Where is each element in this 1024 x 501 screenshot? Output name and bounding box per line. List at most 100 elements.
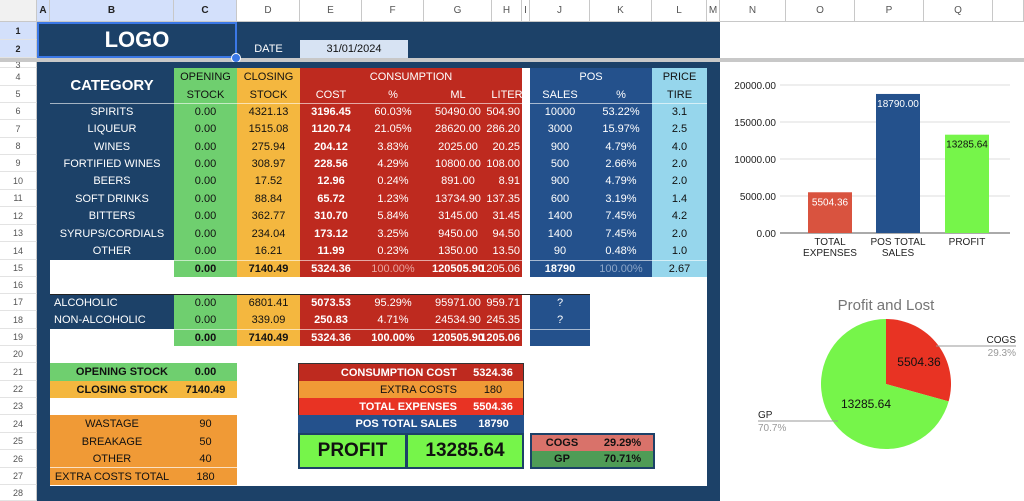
- row-header[interactable]: 18: [0, 311, 37, 329]
- category-cell: SYRUPS/CORDIALS: [50, 225, 174, 242]
- row-header[interactable]: 24: [0, 415, 37, 433]
- ml-cell: 1350.00: [424, 242, 492, 260]
- cost-pct-cell: 4.29%: [362, 155, 424, 172]
- bar-chart[interactable]: 0.00 5000.00 10000.00 15000.00 20000.00 5504.…: [720, 62, 1024, 272]
- opening-header-line2: STOCK: [186, 88, 225, 101]
- pie-legend-percent: 70.7%: [758, 423, 786, 434]
- row-header[interactable]: 26: [0, 450, 37, 468]
- split-pct-cell: 4.71%: [362, 311, 424, 329]
- column-header[interactable]: K: [590, 0, 652, 22]
- pie-chart[interactable]: Profit and Lost 5504.36 COGS 29.3% 13285.64 G…: [720, 280, 1024, 501]
- split-total-cost-cell: 5324.36: [300, 329, 362, 346]
- column-header[interactable]: A: [37, 0, 50, 22]
- split-liter-cell: 959.71: [486, 294, 522, 311]
- row-header[interactable]: 12: [0, 207, 37, 225]
- column-header[interactable]: I: [522, 0, 530, 22]
- row-header[interactable]: 19: [0, 329, 37, 346]
- extra-costs-label: EXTRA COSTS: [299, 381, 463, 398]
- column-header[interactable]: H: [492, 0, 522, 22]
- category-cell: BITTERS: [50, 207, 174, 225]
- column-header[interactable]: M: [707, 0, 720, 22]
- column-header[interactable]: J: [530, 0, 590, 22]
- y-tick-label: 15000.00: [734, 118, 776, 129]
- bar-data-label: 18790.00: [877, 99, 919, 110]
- liter-cell: 504.90: [486, 103, 522, 120]
- column-header[interactable]: O: [786, 0, 855, 22]
- liter-cell: 108.00: [486, 155, 522, 172]
- split-liter-cell: 245.35: [486, 311, 522, 329]
- total-sales-cell: 18790: [530, 260, 590, 277]
- opening-header-line1: OPENING: [180, 70, 231, 83]
- row-header[interactable]: 15: [0, 260, 37, 277]
- opening-stock-cell: 0.00: [174, 172, 237, 190]
- column-header[interactable]: N: [720, 0, 786, 22]
- column-header[interactable]: D: [237, 0, 300, 22]
- row-header[interactable]: 16: [0, 277, 37, 294]
- row-header[interactable]: 13: [0, 225, 37, 242]
- extra-cost-label: WASTAGE: [85, 418, 139, 430]
- closing-stock-cell: 1515.08: [237, 120, 300, 138]
- liter-cell: 31.45: [492, 207, 522, 225]
- row-header[interactable]: 28: [0, 485, 37, 501]
- column-header[interactable]: [993, 0, 1024, 22]
- sales-pct-subheader: %: [616, 88, 626, 101]
- cost-cell: 3196.45: [300, 103, 362, 120]
- liter-cell: 13.50: [492, 242, 522, 260]
- column-header[interactable]: P: [855, 0, 924, 22]
- column-header[interactable]: C: [174, 0, 237, 22]
- ml-cell: 891.00: [424, 172, 492, 190]
- y-tick-label: 10000.00: [734, 155, 776, 166]
- sales-cell: 1400: [530, 207, 590, 225]
- row-header[interactable]: 4: [0, 68, 37, 86]
- row-header[interactable]: 17: [0, 294, 37, 311]
- row-header[interactable]: 11: [0, 190, 37, 207]
- sales-pct-cell: 4.79%: [590, 172, 652, 190]
- totals-divider: [174, 260, 707, 261]
- gp-value: 70.71%: [592, 451, 653, 467]
- row-header[interactable]: 14: [0, 242, 37, 260]
- pie-legend-percent: 29.3%: [988, 348, 1016, 359]
- row-header[interactable]: 25: [0, 433, 37, 450]
- column-header[interactable]: G: [424, 0, 492, 22]
- sales-pct-cell: 0.48%: [590, 242, 652, 260]
- ml-cell: 28620.00: [424, 120, 492, 138]
- row-header[interactable]: 5: [0, 86, 37, 103]
- column-header[interactable]: B: [50, 0, 174, 22]
- row-header[interactable]: 6: [0, 103, 37, 120]
- opening-stock-summary-value: 0.00: [174, 363, 237, 381]
- ml-cell: 9450.00: [424, 225, 492, 242]
- row-header[interactable]: 27: [0, 468, 37, 485]
- row-header[interactable]: 10: [0, 172, 37, 190]
- row-header[interactable]: 8: [0, 138, 37, 155]
- category-cell: FORTIFIED WINES: [50, 155, 174, 172]
- cost-subheader: COST: [315, 88, 347, 101]
- cost-cell: 204.12: [300, 138, 362, 155]
- row-header[interactable]: 23: [0, 398, 37, 415]
- row-header[interactable]: 7: [0, 120, 37, 138]
- closing-stock-cell: 88.84: [237, 190, 300, 207]
- closing-stock-cell: 308.97: [237, 155, 300, 172]
- total-expenses-label: TOTAL EXPENSES: [299, 398, 463, 415]
- extra-cost-label: OTHER: [92, 452, 132, 465]
- date-value[interactable]: 31/01/2024: [300, 40, 408, 58]
- pos-total-sales-value: 18790: [463, 415, 524, 433]
- select-all-corner[interactable]: [0, 0, 37, 22]
- x-tick-label: POS TOTAL: [870, 237, 925, 248]
- price-header-line2: TIRE: [666, 88, 693, 101]
- column-header[interactable]: F: [362, 0, 424, 22]
- row-header[interactable]: 21: [0, 363, 37, 381]
- column-header[interactable]: E: [300, 0, 362, 22]
- column-header[interactable]: L: [652, 0, 707, 22]
- sales-subheader: SALES: [542, 88, 578, 101]
- row-header[interactable]: 1: [0, 22, 37, 40]
- cost-cell: 310.70: [300, 207, 362, 225]
- row-header[interactable]: 9: [0, 155, 37, 172]
- consumption-cost-value: 5324.36: [463, 364, 523, 381]
- sales-pct-cell: 4.79%: [590, 138, 652, 155]
- sales-cell: 90: [530, 242, 590, 260]
- row-header[interactable]: 22: [0, 381, 37, 398]
- total-opening-cell: 0.00: [174, 260, 237, 277]
- column-header[interactable]: Q: [924, 0, 993, 22]
- row-header[interactable]: 2: [0, 40, 37, 58]
- row-header[interactable]: 20: [0, 346, 37, 363]
